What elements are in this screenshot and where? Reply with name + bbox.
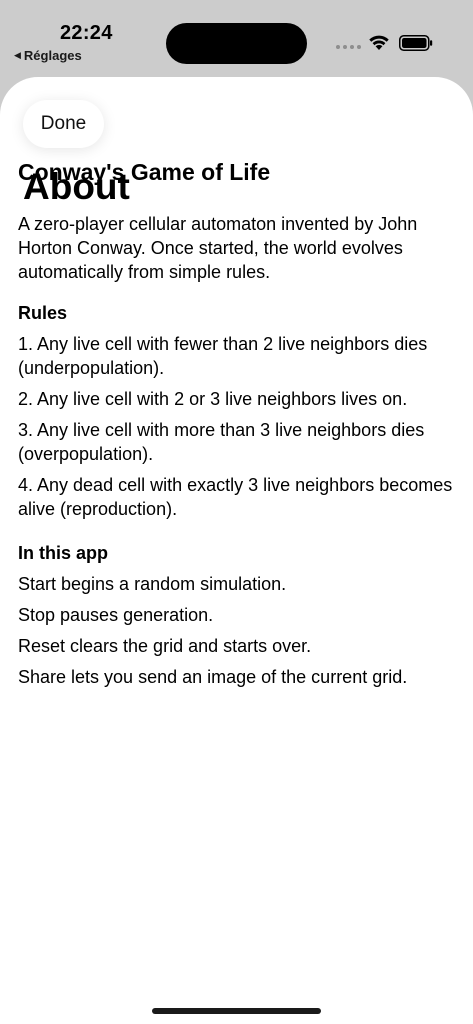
rule-item: 4. Any dead cell with exactly 3 live nei… — [18, 475, 453, 519]
app-item: Stop pauses generation. — [18, 605, 214, 625]
dynamic-island — [166, 23, 307, 64]
back-to-app-link[interactable]: ◀ Réglages — [14, 48, 82, 63]
app-item: Share lets you send an image of the curr… — [18, 667, 408, 687]
wifi-icon — [369, 35, 389, 50]
app-item: Start begins a random simulation. — [18, 574, 287, 594]
status-time: 22:24 — [60, 22, 113, 44]
status-bar: 22:24 ◀ Réglages — [0, 0, 473, 76]
battery-icon — [399, 35, 433, 51]
section-heading: Conway's Game of Life — [18, 159, 271, 185]
cellular-signal-icon — [336, 45, 361, 49]
rules-heading: Rules — [18, 303, 68, 323]
back-app-label: Réglages — [23, 48, 82, 63]
rule-item: 3. Any live cell with more than 3 live n… — [18, 420, 425, 464]
rule-item: 1. Any live cell with fewer than 2 live … — [18, 334, 428, 378]
app-item: Reset clears the grid and starts over. — [18, 636, 312, 656]
done-button[interactable]: Done — [23, 100, 104, 148]
about-content: Conway's Game of Life A zero-player cell… — [18, 156, 458, 689]
app-heading: In this app — [18, 543, 108, 563]
intro-paragraph: A zero-player cellular automaton invente… — [18, 214, 418, 282]
rule-item: 2. Any live cell with 2 or 3 live neighb… — [18, 389, 408, 409]
screen: 22:24 ◀ Réglages Done About Conway's Gam… — [0, 0, 473, 1024]
back-triangle-icon: ◀ — [14, 50, 21, 60]
home-indicator[interactable] — [152, 1008, 321, 1014]
